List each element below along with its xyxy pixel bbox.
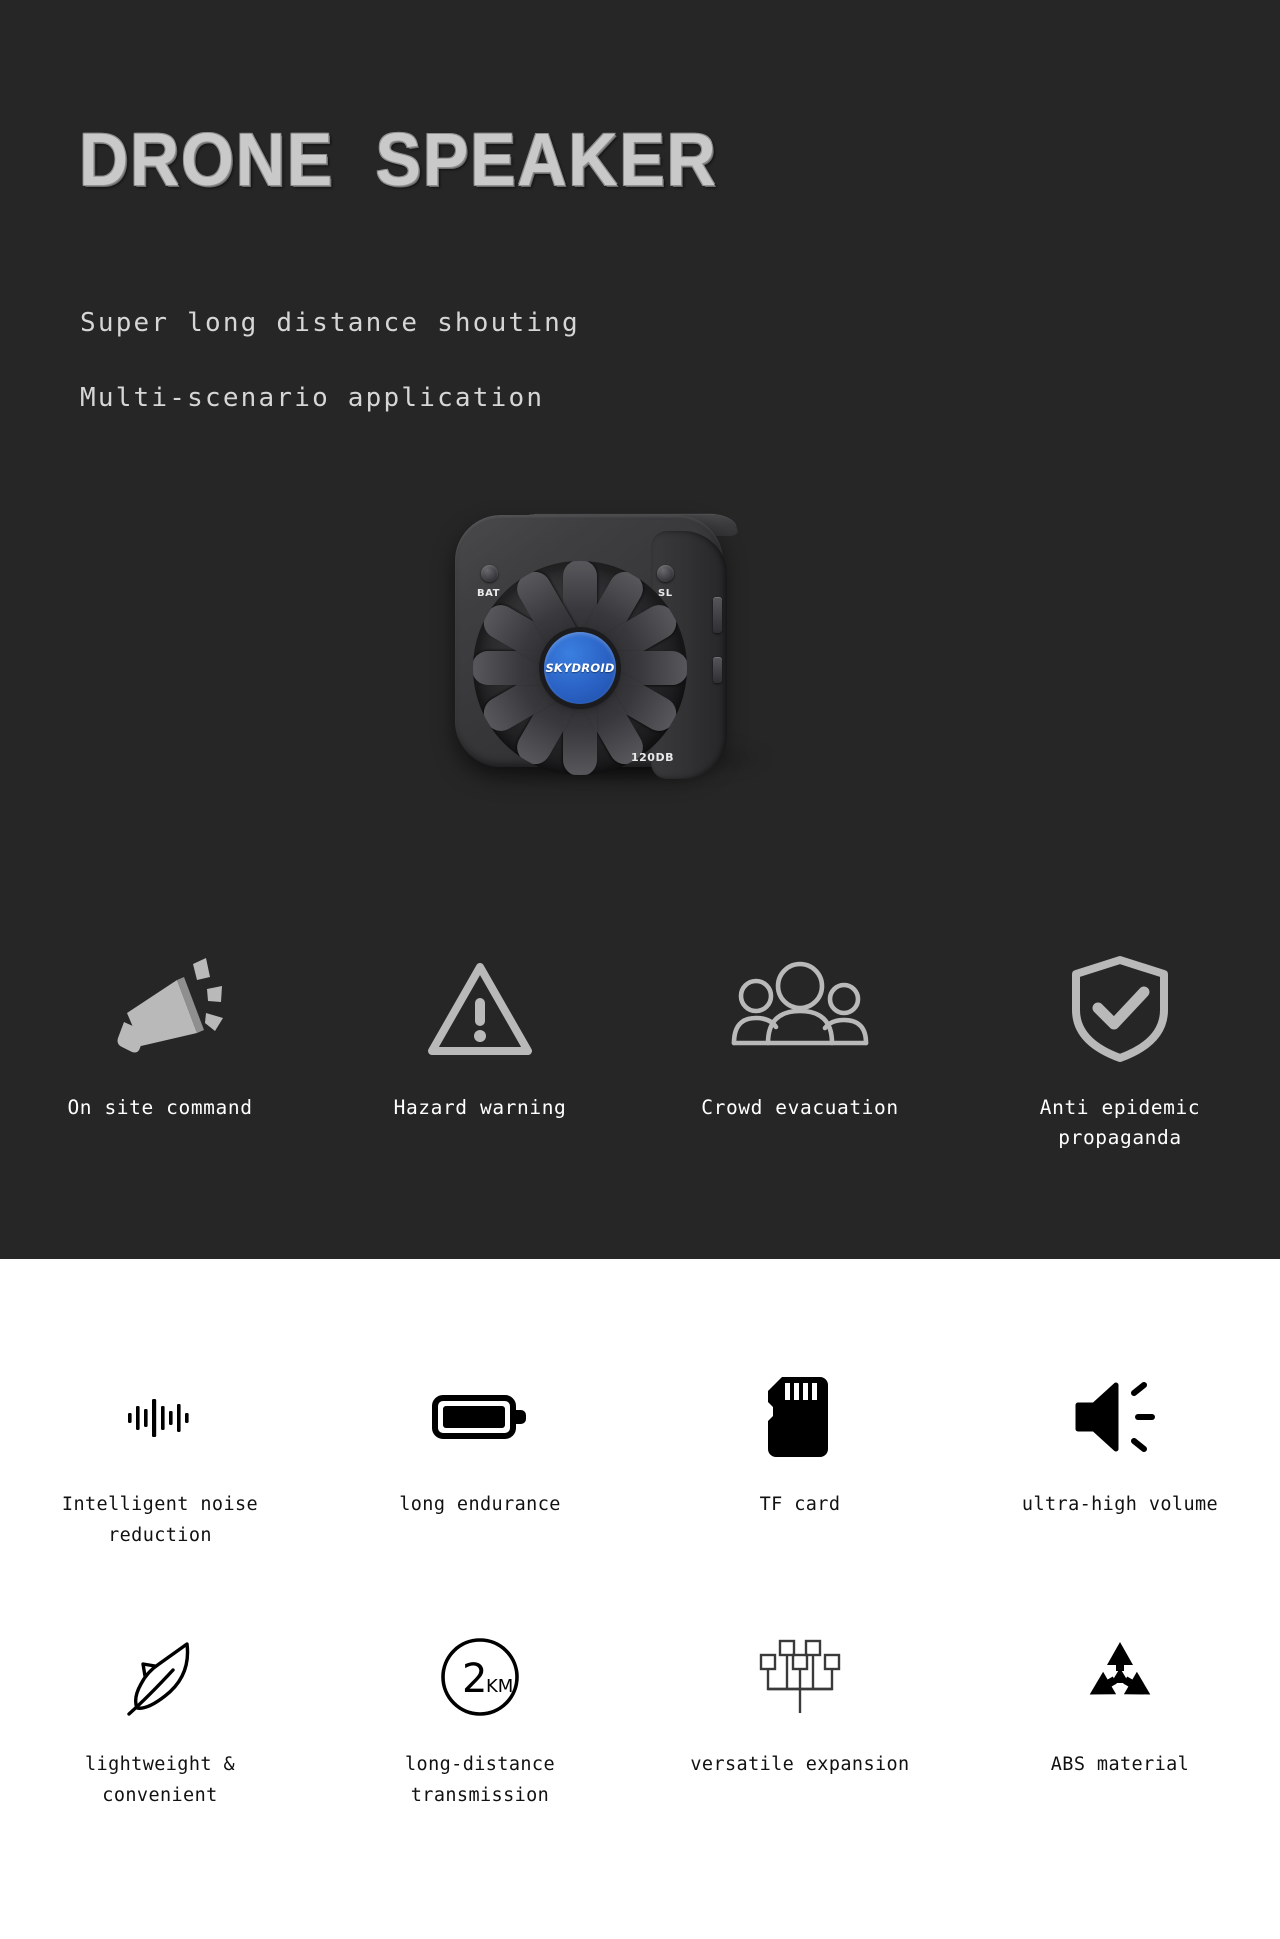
speaker-volume-icon [1072,1369,1168,1465]
screw-left-icon [481,565,498,582]
product-marketing-page: DRONE SPEAKER Super long distance shouti… [0,0,1280,1939]
spec-item-long-distance: 2 KM long-distance transmission [320,1629,640,1811]
use-case-item-crowd-evacuation: Crowd evacuation [640,955,960,1153]
hero-subtitle-line-2: Multi-scenario application [80,383,545,413]
shield-check-icon [1068,955,1172,1063]
spec-label: versatile expansion [690,1754,910,1775]
use-case-row: On site command Hazard warning Crowd eva… [0,955,1280,1153]
feather-icon [121,1629,199,1725]
use-case-item-hazard-warning: Hazard warning [320,955,640,1153]
recycle-icon [1079,1629,1161,1725]
spec-row-1: Intelligent noise reduction long enduran… [0,1369,1280,1551]
use-case-label: Anti epidemic propaganda [1039,1096,1201,1149]
hero-section: DRONE SPEAKER Super long distance shouti… [0,0,1280,1259]
device-label-bat: BAT [477,588,500,599]
spec-label: TF card [759,1494,841,1515]
tf-card-icon [768,1369,832,1465]
spec-label: ABS material [1050,1754,1190,1775]
crowd-people-icon [730,955,870,1063]
brand-logo-text: SKYDROID [545,661,615,675]
product-image: SKYDROID BAT SL 120DB [455,485,795,825]
use-case-item-on-site-command: On site command [0,955,320,1153]
spec-label: lightweight & convenient [85,1754,235,1806]
device-side-button-2 [713,657,722,683]
page-title: DRONE SPEAKER [79,118,718,201]
spec-label: ultra-high volume [1021,1494,1219,1515]
device-label-sl: SL [658,588,673,599]
hero-subtitle-line-1: Super long distance shouting [80,308,580,338]
use-case-label: On site command [67,1096,253,1119]
device-side-button-1 [713,597,722,633]
distance-2km-icon: 2 KM [438,1629,522,1725]
spec-item-versatile-expansion: versatile expansion [640,1629,960,1811]
distance-unit: KM [486,1676,513,1697]
use-case-label: Hazard warning [393,1096,567,1119]
expansion-tree-icon [755,1629,845,1725]
sound-wave-icon [124,1369,196,1465]
device-body: SKYDROID BAT SL 120DB [455,515,727,779]
megaphone-icon [94,955,226,1063]
brand-hub: SKYDROID [544,632,616,704]
spec-item-lightweight: lightweight & convenient [0,1629,320,1811]
spec-item-abs-material: ABS material [960,1629,1280,1811]
distance-value: 2 [462,1656,487,1702]
screw-right-icon [657,565,674,582]
spec-item-ultra-high-volume: ultra-high volume [960,1369,1280,1551]
spec-item-noise-reduction: Intelligent noise reduction [0,1369,320,1551]
spec-label: long-distance transmission [405,1754,555,1806]
spec-item-long-endurance: long endurance [320,1369,640,1551]
device-label-db: 120DB [631,751,674,764]
use-case-label: Crowd evacuation [701,1096,899,1119]
spec-item-tf-card: TF card [640,1369,960,1551]
spec-section: Intelligent noise reduction long enduran… [0,1259,1280,1939]
spec-label: Intelligent noise reduction [61,1494,259,1546]
speaker-fan-grille: SKYDROID [473,561,687,775]
use-case-item-anti-epidemic: Anti epidemic propaganda [960,955,1280,1153]
battery-icon [432,1369,528,1465]
warning-triangle-icon [422,955,538,1063]
spec-label: long endurance [399,1494,561,1515]
spec-row-2: lightweight & convenient 2 KM long-dista… [0,1629,1280,1811]
